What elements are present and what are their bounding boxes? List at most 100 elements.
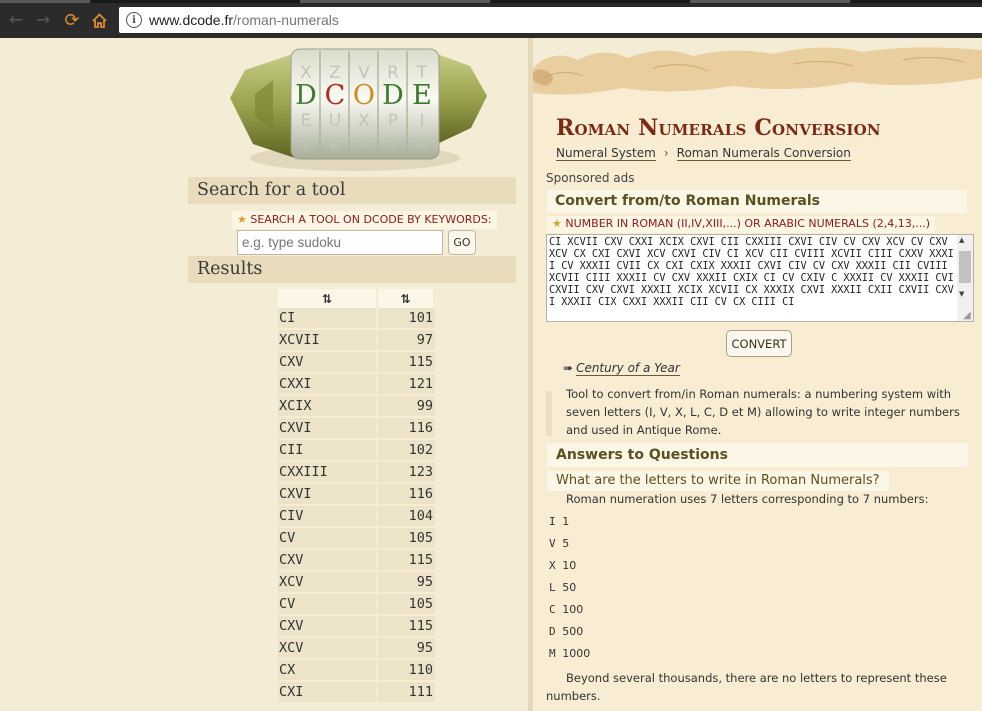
letter-symbol: L <box>549 581 556 594</box>
breadcrumb-link-roman-numerals[interactable]: Roman Numerals Conversion <box>676 146 851 161</box>
keywords-label: ★ SEARCH A TOOL ON DCODE BY KEYWORDS: <box>232 211 497 229</box>
table-row: CXXIII 123 <box>278 462 435 484</box>
scrollbar-thumb[interactable] <box>959 251 971 283</box>
svg-text:D: D <box>417 137 427 152</box>
letter-row: M 1000 <box>549 647 590 669</box>
table-row: CV 105 <box>278 594 435 616</box>
table-row: XCIX 99 <box>278 396 435 418</box>
address-bar[interactable]: i www.dcode.fr/roman-numerals <box>119 7 982 33</box>
logo-letter-c: C <box>325 80 346 111</box>
table-row: CXV 115 <box>278 550 435 572</box>
arrow-icon: ➠ <box>563 361 574 375</box>
svg-text:I: I <box>419 111 424 131</box>
roman-cell: CV <box>278 594 378 616</box>
roman-cell: CXXIII <box>278 462 378 484</box>
back-arrow-icon[interactable]: ← <box>4 8 28 32</box>
breadcrumb-separator: › <box>663 146 669 160</box>
number-input-textarea[interactable] <box>546 234 974 322</box>
roman-cell: CX <box>278 660 378 682</box>
roman-cell: CXI <box>278 682 378 704</box>
letter-value: 100 <box>562 603 584 616</box>
value-cell: 105 <box>378 528 435 550</box>
table-row: CV 105 <box>278 528 435 550</box>
roman-cell: CXV <box>278 550 378 572</box>
table-row: XCVII 97 <box>278 330 435 352</box>
resize-grip-icon[interactable]: ◢ <box>963 310 971 321</box>
roman-cell: CIV <box>278 506 378 528</box>
svg-text:S: S <box>360 137 368 152</box>
breadcrumb-link-numeral-system[interactable]: Numeral System <box>556 146 656 161</box>
roman-cell: XCV <box>278 638 378 660</box>
svg-text:E: E <box>301 111 312 131</box>
roman-cell: CXXI <box>278 374 378 396</box>
table-row: CX 110 <box>278 660 435 682</box>
roman-cell: CV <box>278 528 378 550</box>
svg-text:U: U <box>329 111 341 131</box>
page-title: Roman Numerals Conversion <box>556 115 881 141</box>
value-cell: 99 <box>378 396 435 418</box>
value-cell: 110 <box>378 660 435 682</box>
scroll-down-icon[interactable]: ▼ <box>959 290 964 298</box>
roman-cell: XCVII <box>278 330 378 352</box>
home-icon[interactable] <box>87 8 111 32</box>
keywords-label-text: SEARCH A TOOL ON DCODE BY KEYWORDS: <box>250 213 492 226</box>
main-content: Roman Numerals Conversion Numeral System… <box>533 38 982 711</box>
svg-text:J: J <box>303 137 308 152</box>
century-of-a-year-link[interactable]: Century of a Year <box>576 361 680 376</box>
results-table: ⇅ ⇅ CI 101 XCVII 97 CXV 115 CXXI 121 XCIX 99 CXVI 1… <box>278 289 435 704</box>
value-cell: 123 <box>378 462 435 484</box>
home-icon-svg <box>91 12 107 28</box>
table-row: CII 102 <box>278 440 435 462</box>
description-bar <box>546 391 552 436</box>
value-cell: 104 <box>378 506 435 528</box>
sponsored-ads-label: Sponsored ads <box>546 171 635 185</box>
letters-list: I 1 V 5X 10 L 50 C 100 D 500 M 1000 <box>549 515 590 669</box>
star-icon: ★ <box>237 213 247 226</box>
svg-text:P: P <box>388 111 398 131</box>
answer-intro: Roman numeration uses 7 letters correspo… <box>566 492 929 506</box>
related-tool-link: ➠ Century of a Year <box>563 361 680 376</box>
scroll-up-icon[interactable]: ▲ <box>959 236 964 244</box>
value-cell: 116 <box>378 418 435 440</box>
value-cell: 95 <box>378 638 435 660</box>
table-row: CIV 104 <box>278 506 435 528</box>
table-row: CXI 111 <box>278 682 435 704</box>
dcode-logo[interactable]: XZVRT EUXPI JZS1D D C O D E <box>225 40 490 175</box>
search-heading: Search for a tool <box>188 177 516 204</box>
value-cell: 115 <box>378 352 435 374</box>
reload-icon[interactable]: ⟳ <box>60 8 84 32</box>
letter-symbol: C <box>549 603 556 616</box>
table-row: CXV 115 <box>278 616 435 638</box>
letter-row: V 5 <box>549 537 590 559</box>
tool-heading: Convert from/to Roman Numerals <box>547 190 967 213</box>
sort-value-button[interactable]: ⇅ <box>378 289 435 308</box>
roman-cell: CII <box>278 440 378 462</box>
info-icon[interactable]: i <box>126 12 142 28</box>
letter-value: 1 <box>562 515 570 528</box>
number-input-label-text: NUMBER IN ROMAN (II,IV,XIII,...) OR ARAB… <box>565 217 930 230</box>
forward-arrow-icon[interactable]: → <box>31 8 55 32</box>
roman-cell: XCIX <box>278 396 378 418</box>
results-heading: Results <box>188 256 516 283</box>
letter-symbol: I <box>549 515 556 528</box>
letter-row: X 10 <box>549 559 590 581</box>
value-cell: 97 <box>378 330 435 352</box>
go-button[interactable]: GO <box>448 230 476 255</box>
svg-text:Z: Z <box>331 137 340 152</box>
value-cell: 95 <box>378 572 435 594</box>
logo-letter-d1: D <box>295 80 317 111</box>
tool-description: Tool to convert from/in Roman numerals: … <box>566 387 960 437</box>
url-text[interactable]: www.dcode.fr/roman-numerals <box>149 12 339 28</box>
letter-row: L 50 <box>549 581 590 603</box>
question-heading: What are the letters to write in Roman N… <box>547 471 889 491</box>
roman-cell: CXVI <box>278 484 378 506</box>
value-cell: 116 <box>378 484 435 506</box>
sort-roman-button[interactable]: ⇅ <box>278 289 378 308</box>
search-input[interactable] <box>237 230 443 255</box>
convert-button[interactable]: CONVERT <box>726 330 792 357</box>
value-cell: 111 <box>378 682 435 704</box>
table-row: XCV 95 <box>278 638 435 660</box>
letter-value: 1000 <box>562 647 591 660</box>
logo-letter-d2: D <box>382 80 404 111</box>
letter-row: D 500 <box>549 625 590 647</box>
